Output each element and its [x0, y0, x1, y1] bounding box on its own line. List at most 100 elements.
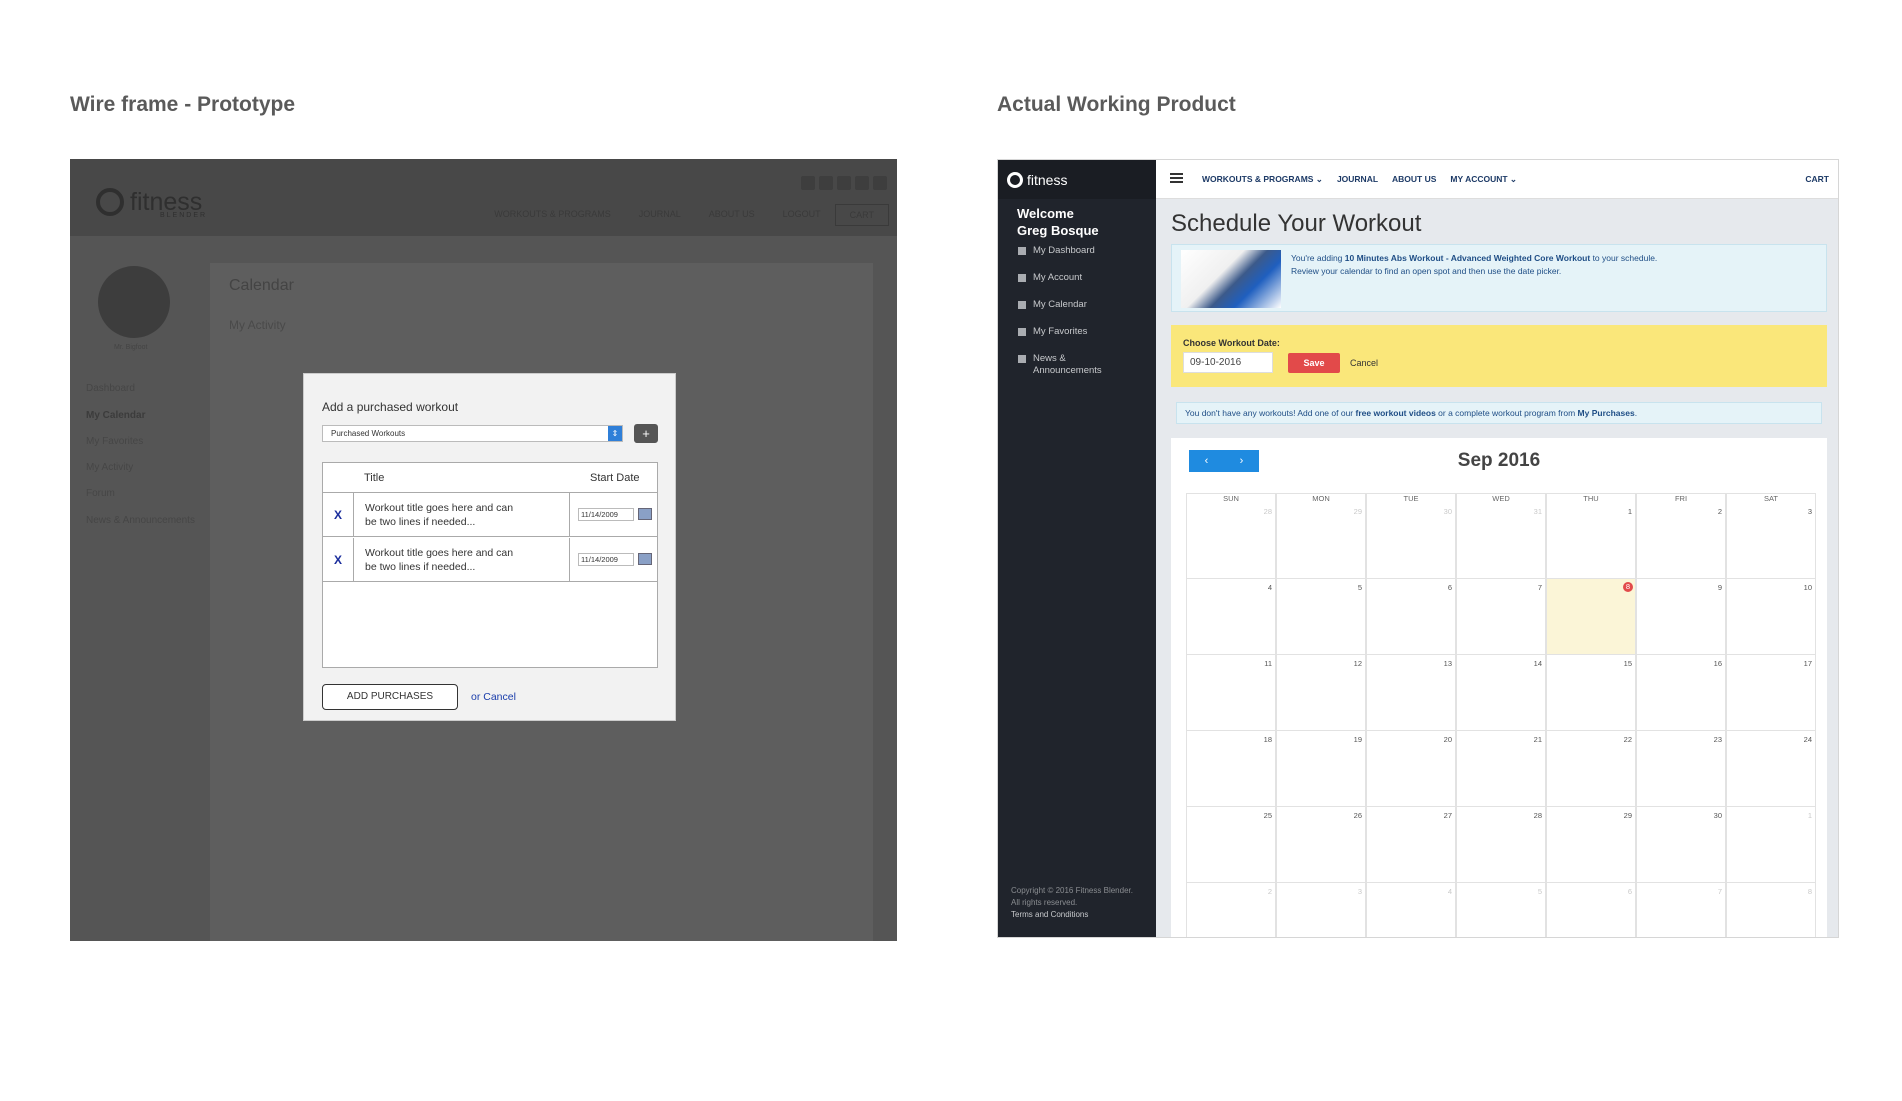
nav-workouts[interactable]: WORKOUTS & PROGRAMS ⌄ — [1202, 174, 1323, 185]
twitter-icon[interactable] — [819, 176, 833, 190]
calendar-day[interactable]: 16 — [1636, 655, 1726, 731]
sidebar-item-news[interactable]: News & Announcements — [1018, 353, 1108, 377]
prev-month-button[interactable]: ‹ — [1189, 450, 1224, 472]
workout-name: 10 Minutes Abs Workout - Advanced Weight… — [1344, 253, 1591, 263]
instagram-icon[interactable] — [873, 176, 887, 190]
calendar-day[interactable]: 23 — [1636, 731, 1726, 807]
wf-logo[interactable]: fitness BLENDER — [96, 188, 205, 219]
calendar-day[interactable]: 18 — [1186, 731, 1276, 807]
calendar-day[interactable]: 4 — [1186, 579, 1276, 655]
calendar-day[interactable]: 20 — [1366, 731, 1456, 807]
pinterest-icon[interactable] — [837, 176, 851, 190]
weekday-header: SUN MON TUE WED THU FRI SAT — [1186, 493, 1816, 503]
calendar-day[interactable]: 7 — [1456, 579, 1546, 655]
workout-date-input[interactable]: 09-10-2016 — [1183, 352, 1273, 373]
free-videos-link[interactable]: free workout videos — [1356, 408, 1436, 418]
wf-sidebar-item-calendar[interactable]: My Calendar — [86, 410, 145, 421]
calendar-subtitle[interactable]: My Activity — [229, 318, 286, 332]
nav-journal[interactable]: JOURNAL — [1337, 174, 1378, 185]
sidebar-item-favorites[interactable]: My Favorites — [1018, 326, 1087, 338]
weekday-label: THU — [1546, 493, 1636, 503]
calendar-day[interactable]: 6 — [1546, 883, 1636, 937]
cancel-link[interactable]: or Cancel — [471, 691, 516, 703]
add-workout-button[interactable]: + — [634, 424, 658, 443]
calendar-day[interactable]: 28 — [1186, 503, 1276, 579]
wf-nav-journal[interactable]: JOURNAL — [625, 204, 695, 226]
sidebar-item-dashboard[interactable]: My Dashboard — [1018, 245, 1095, 257]
sidebar-item-calendar[interactable]: My Calendar — [1018, 299, 1087, 311]
calendar-day[interactable]: 6 — [1366, 579, 1456, 655]
calendar-day[interactable]: 25 — [1186, 807, 1276, 883]
calendar-day[interactable]: 15 — [1546, 655, 1636, 731]
add-purchases-button[interactable]: ADD PURCHASES — [322, 684, 458, 710]
calendar-week: 25 26 27 28 29 30 1 — [1186, 807, 1816, 883]
calendar-day[interactable]: 21 — [1456, 731, 1546, 807]
calendar-card: Sep 2016 ‹ › SUN MON TUE WED THU FRI SAT… — [1171, 438, 1827, 937]
day-number: 11 — [1264, 659, 1272, 668]
wf-sidebar-item-favorites[interactable]: My Favorites — [86, 436, 143, 447]
start-date-input[interactable]: 11/14/2009 — [578, 553, 634, 566]
calendar-day[interactable]: 2 — [1186, 883, 1276, 937]
wf-sidebar-item-news[interactable]: News & Announcements — [86, 514, 196, 527]
calendar-day[interactable]: 1 — [1546, 503, 1636, 579]
next-month-button[interactable]: › — [1224, 450, 1259, 472]
sidebar-item-account[interactable]: My Account — [1018, 272, 1082, 284]
terms-link[interactable]: Terms and Conditions — [1011, 909, 1133, 921]
calendar-day[interactable]: 31 — [1456, 503, 1546, 579]
calendar-icon[interactable] — [638, 553, 652, 565]
avatar[interactable] — [98, 266, 170, 338]
nav-about[interactable]: ABOUT US — [1392, 174, 1436, 185]
calendar-day[interactable]: 3 — [1276, 883, 1366, 937]
menu-icon[interactable] — [1170, 173, 1183, 183]
wf-nav-workouts[interactable]: WORKOUTS & PROGRAMS — [480, 204, 625, 226]
nav-my-account[interactable]: MY ACCOUNT ⌄ — [1450, 174, 1517, 185]
calendar-day[interactable]: 24 — [1726, 731, 1816, 807]
calendar-day[interactable]: 30 — [1636, 807, 1726, 883]
day-number: 9 — [1717, 583, 1722, 592]
purchased-workouts-select[interactable]: Purchased Workouts ⇕ — [322, 425, 623, 442]
calendar-day[interactable]: 2 — [1636, 503, 1726, 579]
wf-nav-logout[interactable]: LOGOUT — [769, 204, 835, 226]
start-date-input[interactable]: 11/14/2009 — [578, 508, 634, 521]
calendar-day[interactable]: 27 — [1366, 807, 1456, 883]
calendar-day[interactable]: 12 — [1276, 655, 1366, 731]
sidebar-item-label: My Dashboard — [1033, 245, 1095, 256]
calendar-day[interactable]: 13 — [1366, 655, 1456, 731]
calendar-day[interactable]: 14 — [1456, 655, 1546, 731]
calendar-day[interactable]: 4 — [1366, 883, 1456, 937]
calendar-day[interactable]: 29 — [1276, 503, 1366, 579]
calendar-day[interactable]: 19 — [1276, 731, 1366, 807]
calendar-day[interactable]: 11 — [1186, 655, 1276, 731]
wf-sidebar-item-activity[interactable]: My Activity — [86, 462, 133, 473]
calendar-day[interactable]: 22 — [1546, 731, 1636, 807]
calendar-day[interactable]: 17 — [1726, 655, 1816, 731]
calendar-day[interactable]: 9 — [1636, 579, 1726, 655]
calendar-day[interactable]: 10 — [1726, 579, 1816, 655]
wf-nav-about[interactable]: ABOUT US — [695, 204, 769, 226]
calendar-day[interactable]: 26 — [1276, 807, 1366, 883]
calendar-icon[interactable] — [638, 508, 652, 520]
calendar-day[interactable]: 5 — [1276, 579, 1366, 655]
wf-nav-cart[interactable]: CART — [834, 204, 889, 226]
nav-cart[interactable]: CART — [1805, 174, 1829, 184]
calendar-day[interactable]: 7 — [1636, 883, 1726, 937]
product-logo[interactable]: fitness — [998, 160, 1156, 199]
save-button[interactable]: Save — [1288, 353, 1340, 373]
calendar-day[interactable]: 5 — [1456, 883, 1546, 937]
remove-row-icon[interactable]: X — [323, 538, 354, 581]
calendar-day[interactable]: 30 — [1366, 503, 1456, 579]
calendar-day[interactable]: 28 — [1456, 807, 1546, 883]
calendar-day[interactable]: 1 — [1726, 807, 1816, 883]
calendar-day[interactable]: 3 — [1726, 503, 1816, 579]
calendar-day[interactable]: 8 — [1546, 579, 1636, 655]
remove-row-icon[interactable]: X — [323, 493, 354, 536]
wf-sidebar-item-forum[interactable]: Forum — [86, 488, 115, 499]
calendar-day[interactable]: 8 — [1726, 883, 1816, 937]
my-purchases-link[interactable]: My Purchases — [1578, 408, 1635, 418]
youtube-icon[interactable] — [855, 176, 869, 190]
workout-thumbnail — [1181, 250, 1281, 308]
facebook-icon[interactable] — [801, 176, 815, 190]
wf-sidebar-item-dashboard[interactable]: Dashboard — [86, 383, 135, 394]
calendar-day[interactable]: 29 — [1546, 807, 1636, 883]
cancel-button[interactable]: Cancel — [1350, 358, 1378, 368]
